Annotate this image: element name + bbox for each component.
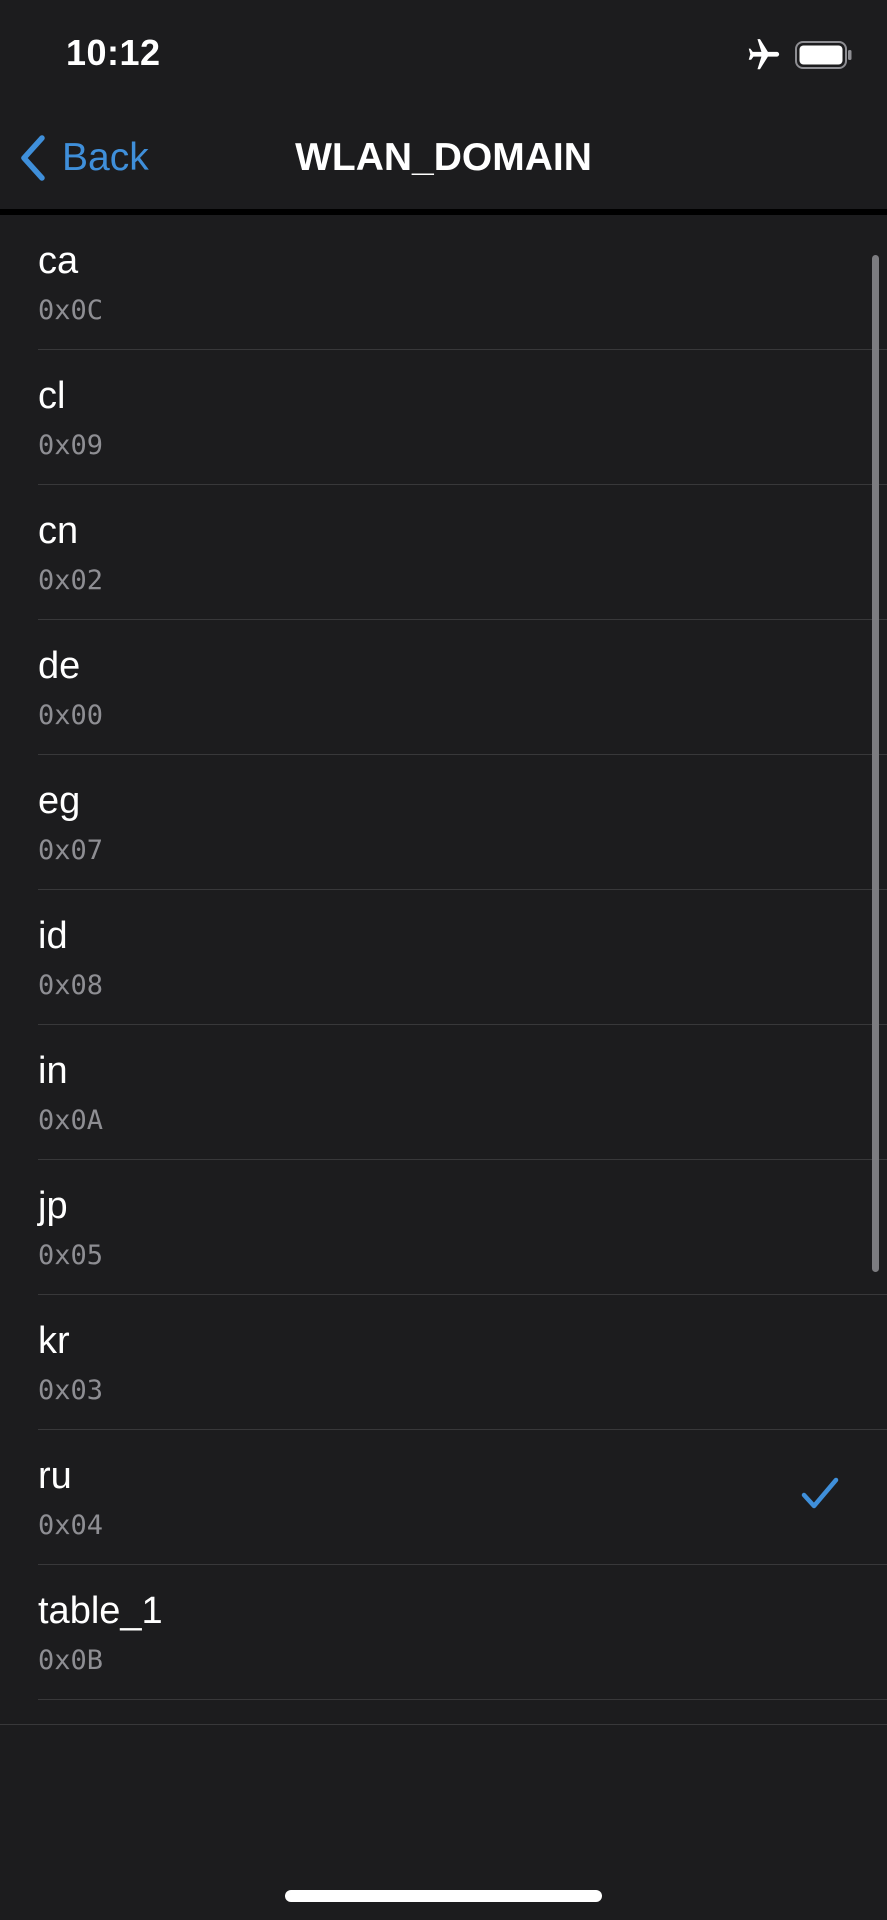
list-item[interactable]: cn 0x02 — [0, 485, 887, 620]
list-item-subtitle: 0x07 — [38, 835, 104, 866]
list-item[interactable]: eg 0x07 — [0, 755, 887, 890]
domain-list: ca 0x0C cl 0x09 cn 0x02 de 0x00 eg 0x07 id 0x08 in 0x… — [0, 215, 887, 1700]
battery-icon — [795, 41, 852, 69]
list-item-title: cl — [38, 375, 66, 417]
row-separator — [38, 1699, 887, 1700]
list-item-title: eg — [38, 780, 81, 822]
status-bar: 10:12 — [0, 0, 887, 110]
list-item[interactable]: id 0x08 — [0, 890, 887, 1025]
list-item-title: jp — [38, 1185, 68, 1227]
list-item-title: ru — [38, 1455, 72, 1497]
list-item[interactable]: ru 0x04 — [0, 1430, 887, 1565]
list-item-title: ca — [38, 240, 79, 282]
list-item-subtitle: 0x03 — [38, 1375, 104, 1406]
list-item-subtitle: 0x08 — [38, 970, 104, 1001]
list-item-subtitle: 0x09 — [38, 430, 104, 461]
list-item-subtitle: 0x0C — [38, 295, 104, 326]
list-item-subtitle: 0x0B — [38, 1645, 104, 1676]
list-item-title: table_1 — [38, 1590, 163, 1632]
list-item-title: kr — [38, 1320, 70, 1362]
list-item[interactable]: in 0x0A — [0, 1025, 887, 1160]
status-time: 10:12 — [66, 32, 161, 73]
list-item[interactable]: ca 0x0C — [0, 215, 887, 350]
list-end-divider — [0, 1724, 887, 1725]
list-item-title: in — [38, 1050, 68, 1092]
list-item-subtitle: 0x00 — [38, 700, 104, 731]
list-item[interactable]: table_1 0x0B — [0, 1565, 887, 1700]
list-item-subtitle: 0x02 — [38, 565, 104, 596]
page-title: WLAN_DOMAIN — [295, 136, 592, 179]
list-item[interactable]: jp 0x05 — [0, 1160, 887, 1295]
back-label: Back — [62, 136, 149, 179]
list-item-title: de — [38, 645, 81, 687]
list-item-subtitle: 0x05 — [38, 1240, 104, 1271]
scrollbar[interactable] — [872, 255, 879, 1272]
list-item-subtitle: 0x04 — [38, 1510, 104, 1541]
home-indicator[interactable] — [285, 1890, 602, 1902]
back-button[interactable]: Back — [18, 128, 149, 188]
list-item[interactable]: de 0x00 — [0, 620, 887, 755]
list-item-title: id — [38, 915, 68, 957]
navigation-bar: Back WLAN_DOMAIN — [0, 110, 887, 212]
checkmark-icon — [801, 1477, 839, 1509]
list-item-subtitle: 0x0A — [38, 1105, 104, 1136]
list-item[interactable]: cl 0x09 — [0, 350, 887, 485]
chevron-left-icon — [21, 135, 45, 181]
airplane-icon — [748, 39, 780, 70]
list-item[interactable]: kr 0x03 — [0, 1295, 887, 1430]
list-item-title: cn — [38, 510, 79, 552]
